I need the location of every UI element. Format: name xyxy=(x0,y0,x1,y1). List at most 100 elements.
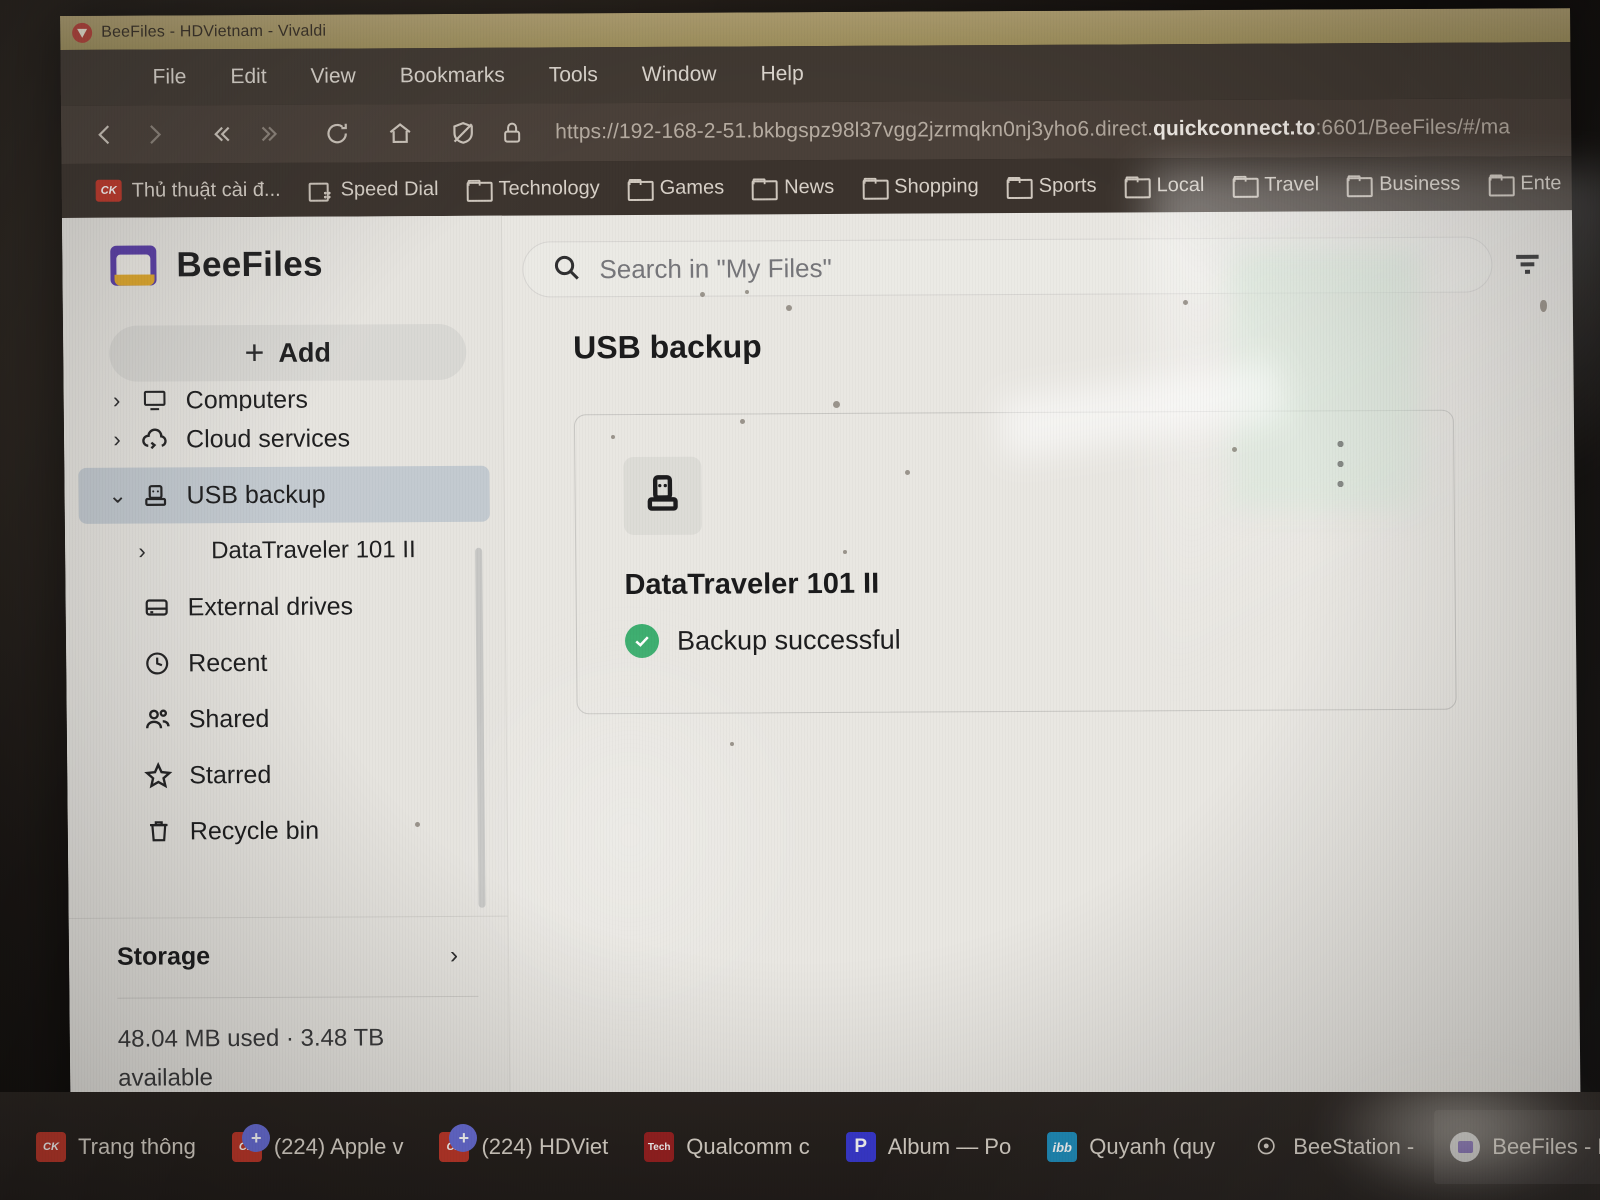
bookmark-label: Travel xyxy=(1264,172,1320,196)
plus-badge-icon: + xyxy=(449,1124,478,1152)
bookmark-speed-dial[interactable]: Speed Dial xyxy=(297,173,451,205)
taskbar-item-beestation[interactable]: ☉ BeeStation - xyxy=(1235,1110,1430,1184)
storage-header[interactable]: Storage › xyxy=(117,941,478,972)
clock-icon xyxy=(134,649,180,677)
bookmark-sports[interactable]: Sports xyxy=(995,170,1109,202)
sidebar-item-label: External drives xyxy=(187,591,354,621)
bookmark-entertainment[interactable]: Ente xyxy=(1476,168,1573,200)
back-icon[interactable] xyxy=(83,113,127,157)
url-suffix: :6601/BeeFiles/#/ma xyxy=(1315,115,1511,140)
monitor-screen: BeeFiles - HDVietnam - Vivaldi File Edit… xyxy=(60,8,1582,1176)
sidebar-item-usb-backup[interactable]: ⌄ USB backup xyxy=(78,465,490,524)
storage-section: Storage › 48.04 MB used · 3.48 TB availa… xyxy=(68,915,510,1108)
folder-icon xyxy=(1232,176,1254,194)
taskbar-item-label: (224) HDViet xyxy=(481,1134,609,1159)
bookmark-label: Technology xyxy=(498,176,600,200)
folder-icon xyxy=(862,178,884,196)
bookmark-business[interactable]: Business xyxy=(1335,168,1472,200)
sidebar-item-recycle-bin[interactable]: › Recycle bin xyxy=(82,802,494,860)
trash-icon xyxy=(136,817,182,845)
content-topbar: Search in "My Files" xyxy=(502,210,1581,324)
app-brand: BeeFiles xyxy=(62,216,502,286)
search-placeholder: Search in "My Files" xyxy=(599,252,832,284)
reload-icon[interactable] xyxy=(315,111,359,155)
folder-icon xyxy=(752,178,774,196)
folder-icon xyxy=(628,179,650,197)
beefiles-app: BeeFiles + Add › Computers › Cloud servi… xyxy=(61,209,1582,1108)
sidebar-item-datatraveler[interactable]: › DataTraveler 101 II xyxy=(79,522,491,580)
sidebar-item-computers[interactable]: › Computers xyxy=(78,388,489,412)
usb-icon xyxy=(132,481,178,509)
taskbar-item-label: Album — Po xyxy=(887,1134,1012,1159)
bookmark-local[interactable]: Local xyxy=(1112,169,1216,201)
bookmark-thu-thuat[interactable]: CK Thủ thuật cài đ... xyxy=(84,174,293,206)
sidebar-item-external-drives[interactable]: › External drives xyxy=(79,578,491,636)
chevron-right-icon[interactable]: › xyxy=(127,538,157,564)
device-name: DataTraveler 101 II xyxy=(624,567,880,602)
bookmark-label: Local xyxy=(1156,173,1205,196)
bookmark-technology[interactable]: Technology xyxy=(454,173,611,205)
cloud-sync-icon xyxy=(132,424,178,454)
ibb-icon: ibb xyxy=(1047,1132,1078,1162)
forward-icon[interactable] xyxy=(132,112,176,156)
menu-tools[interactable]: Tools xyxy=(527,59,620,91)
vivaldi-logo-icon xyxy=(72,22,93,43)
check-circle-icon xyxy=(624,623,660,659)
bookmark-label: Sports xyxy=(1038,174,1097,197)
bookmark-travel[interactable]: Travel xyxy=(1220,169,1331,201)
add-button[interactable]: + Add xyxy=(108,323,467,382)
beefiles-logo-icon xyxy=(110,245,157,286)
sidebar-item-shared[interactable]: › Shared xyxy=(80,690,492,748)
chevron-right-icon[interactable]: › xyxy=(450,942,478,970)
shield-off-icon[interactable] xyxy=(441,111,485,155)
fast-forward-icon[interactable] xyxy=(248,112,292,156)
device-status-text: Backup successful xyxy=(676,624,901,656)
menu-file[interactable]: File xyxy=(130,61,208,93)
taskbar-item-apple[interactable]: CK + (224) Apple v xyxy=(216,1110,420,1184)
bookmark-label: Business xyxy=(1379,172,1461,195)
bookmark-label: Games xyxy=(659,176,725,199)
rewind-icon[interactable] xyxy=(199,112,243,156)
chevron-down-icon[interactable]: ⌄ xyxy=(102,483,132,509)
taskbar-item-album[interactable]: P Album — Po xyxy=(830,1110,1028,1184)
menu-edit[interactable]: Edit xyxy=(208,61,288,93)
ck-icon: CK xyxy=(36,1132,66,1162)
menu-view[interactable]: View xyxy=(288,60,377,92)
sidebar-item-label: Cloud services xyxy=(185,423,351,453)
address-bar[interactable]: https://192-168-2-51.bkbgspz98l37vgg2jzr… xyxy=(555,115,1581,144)
bookmark-games[interactable]: Games xyxy=(616,172,737,204)
taskbar-item-quyanh[interactable]: ibb Quyanh (quy xyxy=(1031,1110,1231,1184)
lock-icon[interactable] xyxy=(490,111,534,155)
search-input[interactable]: Search in "My Files" xyxy=(522,236,1493,298)
sidebar-item-starred[interactable]: › Starred xyxy=(81,746,493,804)
taskbar-item-qualcomm[interactable]: Tech Qualcomm c xyxy=(628,1110,825,1184)
folder-icon xyxy=(1124,176,1146,194)
sidebar-item-recent[interactable]: › Recent xyxy=(80,634,492,692)
search-icon xyxy=(551,252,581,287)
bookmark-shopping[interactable]: Shopping xyxy=(850,171,991,203)
taskbar-item-label: Quyanh (quy xyxy=(1089,1134,1216,1159)
windows-taskbar: CK Trang thông CK + (224) Apple v CK + (… xyxy=(0,1092,1600,1200)
speed-dial-icon xyxy=(309,181,331,199)
home-icon[interactable] xyxy=(378,111,422,155)
url-host: quickconnect.to xyxy=(1152,116,1316,141)
bookmarks-bar: CK Thủ thuật cài đ... Speed Dial Technol… xyxy=(61,155,1582,218)
usb-device-card[interactable]: DataTraveler 101 II Backup successful xyxy=(573,409,1457,715)
taskbar-item-trang-thong[interactable]: CK Trang thông xyxy=(20,1110,212,1184)
taskbar-item-beefiles[interactable]: BeeFiles - H xyxy=(1434,1110,1600,1184)
menu-help[interactable]: Help xyxy=(738,58,826,90)
chevron-right-icon[interactable]: › xyxy=(102,427,132,453)
ck-icon: CK + xyxy=(439,1124,478,1162)
menu-window[interactable]: Window xyxy=(620,58,739,91)
device-card-area: DataTraveler 101 II Backup successful xyxy=(573,409,1541,1105)
filter-icon[interactable] xyxy=(1492,251,1562,277)
plus-badge-icon: + xyxy=(241,1124,270,1152)
storage-usage-bar xyxy=(117,996,479,999)
menu-bookmarks[interactable]: Bookmarks xyxy=(378,60,527,93)
sidebar-item-cloud-services[interactable]: › Cloud services xyxy=(78,410,490,468)
taskbar-item-hdvietnam[interactable]: CK + (224) HDViet xyxy=(423,1110,624,1184)
ck-icon: CK + xyxy=(231,1124,270,1162)
bookmark-news[interactable]: News xyxy=(740,171,846,203)
chevron-right-icon: › xyxy=(112,387,121,412)
bookmark-label: Shopping xyxy=(894,174,979,198)
